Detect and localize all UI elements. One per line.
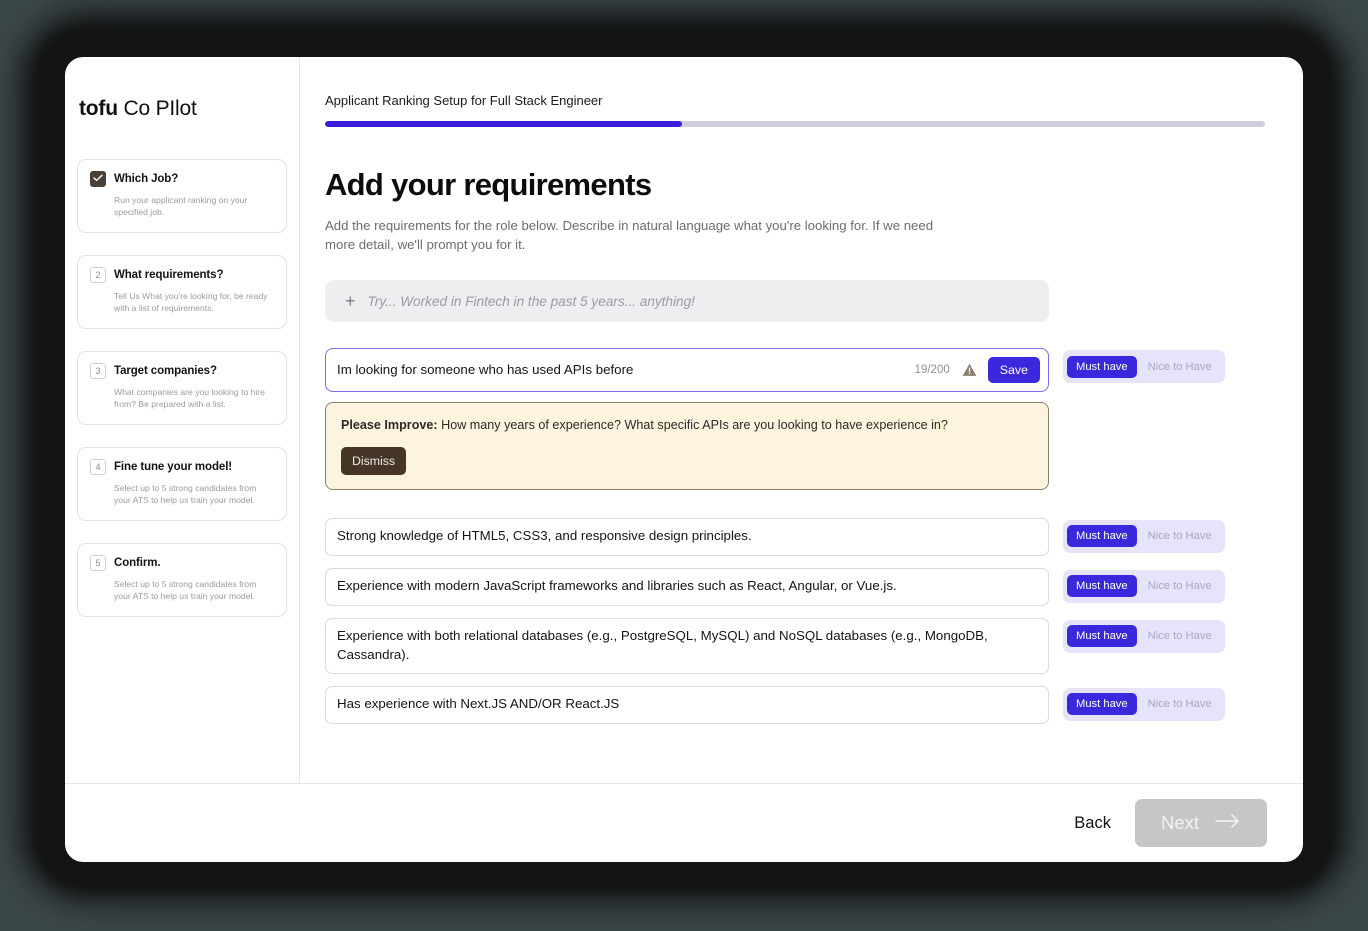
must-have-toggle[interactable]: Must have Nice to Have xyxy=(1063,619,1225,653)
requirement-value: Experience with modern JavaScript framew… xyxy=(337,578,897,594)
step-header: 3 Target companies? xyxy=(90,362,274,379)
requirement-value: Strong knowledge of HTML5, CSS3, and res… xyxy=(337,528,752,544)
active-requirement-row: Im looking for someone who has used APIs… xyxy=(325,348,1265,393)
must-have-toggle[interactable]: Must have Nice to Have xyxy=(1063,569,1225,603)
step-title: Confirm. xyxy=(114,556,161,569)
section-subheading: Add the requirements for the role below.… xyxy=(325,218,934,253)
toggle-option-must-have[interactable]: Must have xyxy=(1067,625,1137,648)
must-have-toggle[interactable]: Must have Nice to Have xyxy=(1063,687,1225,721)
step-header: 2 What requirements? xyxy=(90,266,274,283)
step-description: What companies are you looking to hire f… xyxy=(114,386,265,410)
arrow-right-icon xyxy=(1215,812,1241,834)
requirement-text-input[interactable]: Strong knowledge of HTML5, CSS3, and res… xyxy=(325,517,1049,556)
requirement-value: Experience with both relational database… xyxy=(337,627,988,662)
section-heading: Add your requirements xyxy=(325,167,652,202)
app-window: tofu Co PIlot Which Job? Run your applic… xyxy=(65,57,1303,862)
step-number-badge: 3 xyxy=(90,362,106,379)
next-button-label: Next xyxy=(1160,812,1199,833)
checkbox-checked-icon[interactable] xyxy=(90,171,106,187)
sidebar-item-target-companies[interactable]: 3 Target companies? What companies are y… xyxy=(77,350,287,425)
step-header: 5 Confirm. xyxy=(90,554,274,571)
app-logo: tofu Co PIlot xyxy=(79,97,287,121)
wizard-footer: Back Next xyxy=(65,783,1303,862)
must-have-toggle[interactable]: Must have Nice to Have xyxy=(1063,350,1225,384)
requirement-value: Im looking for someone who has used APIs… xyxy=(337,361,634,377)
requirement-row: Has experience with Next.JS AND/OR React… xyxy=(325,685,1265,724)
requirement-row: Experience with both relational database… xyxy=(325,617,1265,674)
toggle-option-must-have[interactable]: Must have xyxy=(1067,693,1137,716)
add-requirement-placeholder: Try... Worked in Fintech in the past 5 y… xyxy=(367,293,695,309)
toggle-option-nice-to-have[interactable]: Nice to Have xyxy=(1139,525,1221,547)
requirement-text-input[interactable]: Im looking for someone who has used APIs… xyxy=(325,348,1049,393)
sidebar: tofu Co PIlot Which Job? Run your applic… xyxy=(65,57,300,783)
next-button[interactable]: Next xyxy=(1134,799,1267,847)
toggle-option-nice-to-have[interactable]: Nice to Have xyxy=(1139,356,1221,378)
plus-icon: + xyxy=(345,291,356,312)
must-have-toggle[interactable]: Must have Nice to Have xyxy=(1063,519,1225,553)
app-body: tofu Co PIlot Which Job? Run your applic… xyxy=(65,57,1303,783)
brand-name-light: Co PIlot xyxy=(123,97,197,120)
improve-message: Please Improve: How many years of experi… xyxy=(341,417,1034,435)
step-title: Which Job? xyxy=(114,173,179,185)
progress-bar xyxy=(325,121,1265,127)
warning-triangle-icon xyxy=(962,363,977,377)
dismiss-button[interactable]: Dismiss xyxy=(341,446,407,475)
step-title: Fine tune your model! xyxy=(114,460,233,473)
toggle-option-must-have[interactable]: Must have xyxy=(1067,355,1137,378)
main-content: Applicant Ranking Setup for Full Stack E… xyxy=(300,57,1303,783)
step-title: What requirements? xyxy=(114,268,224,281)
toggle-option-nice-to-have[interactable]: Nice to Have xyxy=(1139,625,1221,647)
toggle-option-must-have[interactable]: Must have xyxy=(1067,525,1137,548)
toggle-option-nice-to-have[interactable]: Nice to Have xyxy=(1139,693,1221,715)
toggle-option-must-have[interactable]: Must have xyxy=(1067,575,1137,598)
step-header: Which Job? xyxy=(90,171,274,187)
brand-name-bold: tofu xyxy=(79,97,118,120)
requirement-text-input[interactable]: Experience with both relational database… xyxy=(325,617,1049,674)
requirement-text-input[interactable]: Experience with modern JavaScript framew… xyxy=(325,567,1049,606)
sidebar-item-which-job[interactable]: Which Job? Run your applicant ranking on… xyxy=(77,159,287,233)
step-description: Run your applicant ranking on your speci… xyxy=(114,195,248,218)
step-number-badge: 4 xyxy=(90,458,106,475)
step-number-badge: 2 xyxy=(90,266,106,283)
requirement-row: Experience with modern JavaScript framew… xyxy=(325,567,1265,606)
improve-label: Please Improve: xyxy=(341,418,438,433)
step-description: Select up to 5 strong candidates from yo… xyxy=(114,482,257,506)
step-description: Tell Us What you're looking for, be read… xyxy=(114,290,268,314)
add-requirement-input[interactable]: + Try... Worked in Fintech in the past 5… xyxy=(325,280,1049,323)
save-button[interactable]: Save xyxy=(987,357,1040,384)
step-header: 4 Fine tune your model! xyxy=(90,458,274,475)
requirement-value: Has experience with Next.JS AND/OR React… xyxy=(337,696,620,712)
requirement-row: Strong knowledge of HTML5, CSS3, and res… xyxy=(325,517,1265,556)
toggle-option-nice-to-have[interactable]: Nice to Have xyxy=(1139,575,1221,597)
please-improve-panel: Please Improve: How many years of experi… xyxy=(325,402,1049,490)
sidebar-item-what-requirements[interactable]: 2 What requirements? Tell Us What you're… xyxy=(77,254,287,329)
sidebar-item-fine-tune-model[interactable]: 4 Fine tune your model! Select up to 5 s… xyxy=(77,446,287,521)
back-button[interactable]: Back xyxy=(1068,808,1117,839)
page-title: Applicant Ranking Setup for Full Stack E… xyxy=(325,93,603,108)
sidebar-item-confirm[interactable]: 5 Confirm. Select up to 5 strong candida… xyxy=(77,542,287,617)
progress-bar-fill xyxy=(325,121,683,127)
requirement-text-input[interactable]: Has experience with Next.JS AND/OR React… xyxy=(325,685,1049,724)
step-title: Target companies? xyxy=(114,364,217,377)
character-counter: 19/200 xyxy=(914,364,950,377)
improve-detail: How many years of experience? What speci… xyxy=(441,418,948,433)
step-number-badge: 5 xyxy=(90,554,106,571)
step-description: Select up to 5 strong candidates from yo… xyxy=(114,578,257,602)
